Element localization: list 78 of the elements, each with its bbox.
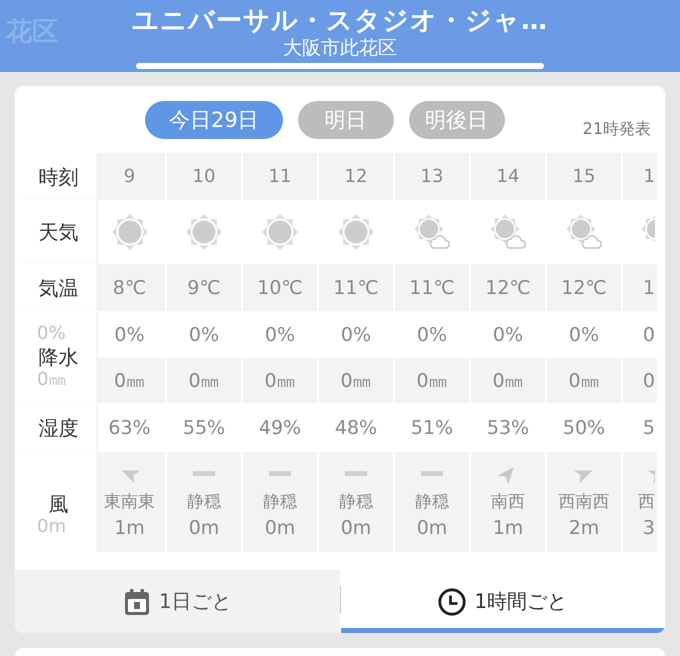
row-label: 天気: [38, 220, 78, 244]
wind-speed-text: 0m: [188, 516, 220, 540]
wind-direction-text: 東南東: [104, 492, 155, 512]
faded-value-text: 0㎜: [37, 369, 66, 391]
temperature-cell: 11℃: [319, 264, 393, 311]
day-tab[interactable]: 今日29日: [145, 101, 283, 139]
precip-amount-cell: 0㎜: [471, 358, 545, 403]
precip-chance-text: 0%: [492, 324, 524, 346]
precip-chance-text: 0%: [188, 324, 220, 346]
wind-direction-text: 静穏: [263, 492, 297, 512]
precip-chance-text: 0%: [568, 324, 600, 346]
temperature-cell: 11℃: [395, 264, 469, 311]
hour-cell: 10: [167, 153, 241, 200]
wind-direction-text: 西南西: [558, 492, 610, 512]
day-tab[interactable]: 明日: [298, 101, 394, 139]
precip-chance-text: 0%: [340, 324, 372, 346]
faded-value-text: 0%: [37, 323, 66, 345]
precip-amount-cell: 0㎜: [243, 358, 317, 403]
precip-amount-cell: 0㎜: [319, 358, 393, 403]
temperature-cell: 8℃: [98, 264, 165, 311]
wind-direction-text: 静穏: [187, 492, 221, 512]
temperature-cell: 12℃: [547, 264, 621, 311]
humidity-text: 51%: [410, 416, 454, 438]
hour-cell: 11: [243, 153, 317, 200]
humidity-text: 49%: [258, 416, 302, 438]
humidity-text: 50%: [562, 416, 606, 438]
wind-speed-text: 2m: [568, 516, 600, 540]
issued-time-text: 21時発表: [582, 119, 651, 139]
wind-speed-text: 1m: [114, 516, 145, 540]
humidity-text: 55%: [182, 416, 226, 438]
humidity-text: 53%: [486, 416, 530, 438]
wind-speed-text: 3: [642, 516, 655, 540]
row-label: 風: [48, 492, 68, 516]
temperature-cell: 12℃: [471, 264, 545, 311]
precip-amount-cell: 0: [623, 358, 657, 403]
day-tab[interactable]: 明後日: [408, 101, 505, 139]
precip-chance-text: 0: [642, 324, 655, 346]
temperature-cell: 1: [623, 264, 657, 311]
hour-cell: 9: [98, 153, 165, 200]
hour-cell: 12: [319, 153, 393, 200]
clock-icon: [438, 588, 466, 616]
location-title: ユニバーサル・スタジオ・ジャ…: [132, 5, 548, 37]
wind-speed-text: 0m: [416, 516, 448, 540]
humidity-text: 63%: [108, 416, 151, 438]
calendar-icon: [122, 588, 151, 616]
row-label: 気温: [38, 276, 78, 300]
calm-dash-icon: [345, 471, 367, 476]
calm-dash-icon: [269, 471, 291, 476]
precip-amount-cell: 0㎜: [395, 358, 469, 403]
row-label: 時刻: [38, 164, 78, 188]
hour-cell: 1: [623, 153, 657, 200]
calm-dash-icon: [193, 471, 215, 476]
temperature-cell: 9℃: [167, 264, 241, 311]
wind-speed-text: 0m: [340, 516, 372, 540]
humidity-text: 48%: [334, 416, 378, 438]
row-label: 湿度: [38, 416, 78, 440]
precip-chance-text: 0%: [114, 324, 145, 346]
wind-direction-text: 西: [638, 492, 655, 512]
location-subtitle: 大阪市此花区: [283, 37, 397, 59]
wind-direction-text: 南西: [491, 492, 525, 512]
precip-chance-text: 0%: [416, 324, 448, 346]
row-label: 降水: [38, 345, 78, 369]
temperature-cell: 10℃: [243, 264, 317, 311]
humidity-text: 5: [642, 416, 655, 438]
wind-speed-text: 1m: [492, 516, 524, 540]
faded-value-text: 0m: [37, 516, 66, 538]
wind-speed-text: 0m: [264, 516, 296, 540]
hour-cell: 14: [471, 153, 545, 200]
hour-cell: 15: [547, 153, 621, 200]
view-tab[interactable]: 1日ごと: [15, 570, 340, 633]
wind-direction-text: 静穏: [415, 492, 449, 512]
precip-amount-cell: 0㎜: [98, 358, 165, 403]
precip-chance-text: 0%: [264, 324, 296, 346]
precip-amount-cell: 0㎜: [167, 358, 241, 403]
calm-dash-icon: [421, 471, 443, 476]
wind-direction-text: 静穏: [339, 492, 373, 512]
hour-cell: 13: [395, 153, 469, 200]
precip-amount-cell: 0㎜: [547, 358, 621, 403]
